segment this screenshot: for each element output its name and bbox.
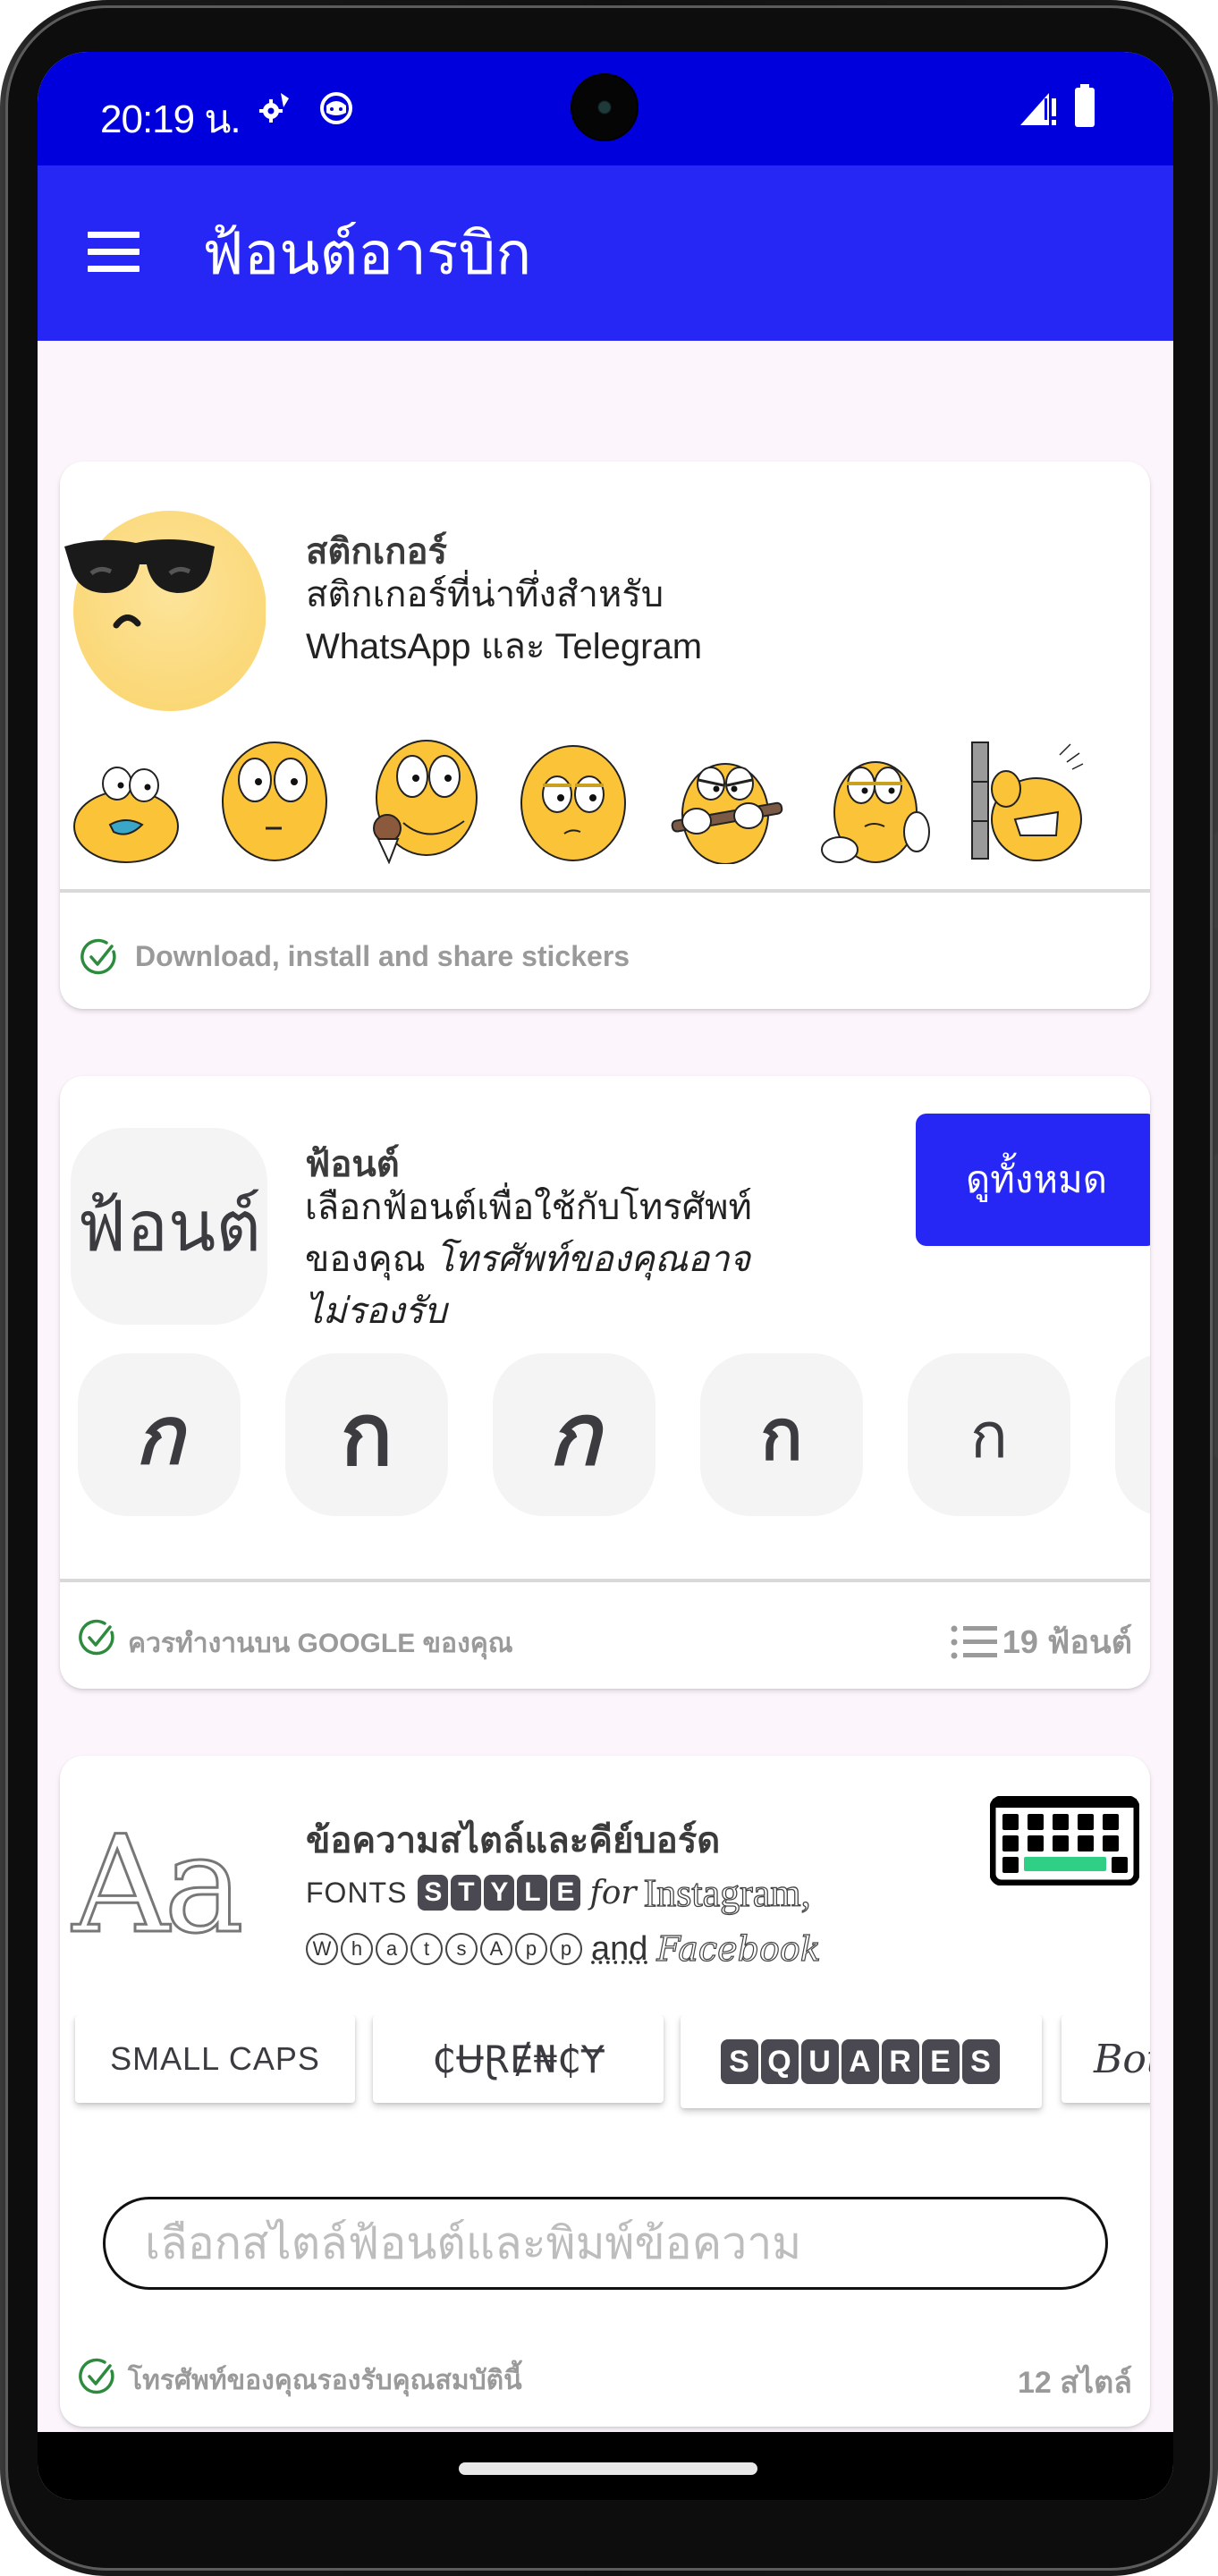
fonts-desc-italic-line3: ไม่รองรับ bbox=[305, 1292, 447, 1331]
fonts-divider bbox=[60, 1579, 1150, 1582]
status-bar: 20:19 น. bbox=[38, 52, 1173, 165]
navigation-bar bbox=[38, 2432, 1173, 2500]
stickers-desc-line2: WhatsApp และ Telegram bbox=[306, 627, 703, 666]
volume-button bbox=[1214, 832, 1218, 930]
style-chip-row[interactable]: SMALL CAPS ₵ɄⱤɆ₦₵Ɏ S Q U A R E S Bot bbox=[60, 2015, 1150, 2123]
font-glyph-row[interactable]: ก ก ก ก ก bbox=[60, 1353, 1150, 1523]
list-icon bbox=[951, 1625, 997, 1658]
phone-frame: 20:19 น. ฟ้อนต์อารบิก สติกเกอร์ สติกเกอร… bbox=[0, 0, 1218, 2576]
tongue-out-emoji-sticker[interactable] bbox=[72, 739, 189, 864]
home-gesture-handle[interactable] bbox=[459, 2462, 757, 2475]
styled-text-card[interactable]: Aa ข้อความสไตล์และคีย์บอร์ด FONTS S T Y … bbox=[60, 1756, 1150, 2427]
check-circle-icon bbox=[79, 1619, 114, 1656]
bat-holding-emoji-sticker[interactable] bbox=[668, 739, 784, 864]
sunglasses-emoji-sticker bbox=[64, 511, 266, 711]
ice-cream-emoji-sticker[interactable] bbox=[368, 739, 484, 864]
fonts-desc-line1: เลือกฟ้อนต์เพื่อใช้กับโทรศัพท์ bbox=[305, 1188, 752, 1227]
app-title: ฟ้อนต์อารบิก bbox=[202, 220, 532, 286]
content-scroll[interactable]: สติกเกอร์ สติกเกอร์ที่น่าทึ่งสำหรับ What… bbox=[38, 341, 1173, 2500]
fist-emoji-sticker[interactable] bbox=[820, 739, 936, 864]
styled-text-title: ข้อความสไตล์และคีย์บอร์ด bbox=[306, 1821, 721, 1860]
unimpressed-emoji-sticker[interactable] bbox=[516, 739, 632, 864]
style-chip-squares[interactable]: S Q U A R E S bbox=[681, 2015, 1042, 2108]
fonts-desc-italic: โทรศัพท์ของคุณอาจ bbox=[435, 1240, 751, 1279]
fonts-desc-line2: ของคุณ โทรศัพท์ของคุณอาจ bbox=[305, 1233, 752, 1285]
font-sample-chip[interactable]: ก bbox=[285, 1353, 448, 1516]
styled-text-footer-text: โทรศัพท์ของคุณรองรับคุณสมบัตินี้ bbox=[128, 2366, 522, 2395]
font-count[interactable]: 19 ฟ้อนต์ bbox=[951, 1616, 1132, 1667]
app-bar: ฟ้อนต์อารบิก bbox=[38, 165, 1173, 341]
hamburger-menu-icon[interactable] bbox=[88, 232, 141, 273]
font-sample-chip-partial[interactable] bbox=[1115, 1353, 1150, 1516]
fonts-footer-text: ควรทำงานบน GOOGLE ของคุณ bbox=[128, 1629, 513, 1658]
font-sample-chip[interactable]: ก bbox=[700, 1353, 863, 1516]
style-count-label: 12 สไตล์ bbox=[1017, 2366, 1132, 2400]
aa-logo: Aa bbox=[72, 1808, 246, 1963]
style-chip-small-caps[interactable]: SMALL CAPS bbox=[75, 2015, 355, 2103]
signal-no-data-icon bbox=[1020, 93, 1056, 125]
style-chip-script[interactable]: Bot bbox=[1062, 2015, 1150, 2103]
wide-eyed-emoji-sticker[interactable] bbox=[219, 739, 335, 864]
keyboard-icon[interactable] bbox=[990, 1796, 1139, 1885]
font-thumbnail: ฟ้อนต์ bbox=[71, 1128, 267, 1325]
sticker-row[interactable] bbox=[72, 739, 1146, 864]
power-button bbox=[1214, 1154, 1218, 1458]
check-circle-icon bbox=[80, 938, 116, 975]
cat-face-icon bbox=[320, 92, 352, 124]
stickers-footer-text: Download, install and share stickers bbox=[135, 940, 630, 972]
stickers-divider bbox=[60, 889, 1150, 893]
check-circle-icon bbox=[79, 2358, 114, 2394]
fonts-card[interactable]: ฟ้อนต์ ฟ้อนต์ เลือกฟ้อนต์เพื่อใช้กับโทรศ… bbox=[60, 1076, 1150, 1689]
head-bang-wall-emoji-sticker[interactable] bbox=[970, 739, 1087, 864]
stickers-desc-line1: สติกเกอร์ที่น่าทึ่งสำหรับ bbox=[306, 575, 664, 614]
stickers-description: สติกเกอร์ที่น่าทึ่งสำหรับ WhatsApp และ T… bbox=[306, 569, 702, 673]
style-sample-line1: FONTS S T Y L E for Instagram, bbox=[306, 1870, 811, 1915]
style-sample-line2: W h a t s A p p and Facebook bbox=[306, 1924, 821, 1974]
view-all-button[interactable]: ดูทั้งหมด bbox=[916, 1114, 1150, 1246]
stickers-card[interactable]: สติกเกอร์ สติกเกอร์ที่น่าทึ่งสำหรับ What… bbox=[60, 462, 1150, 1009]
fonts-desc-normal: ของคุณ bbox=[305, 1240, 436, 1279]
font-sample-chip[interactable]: ก bbox=[78, 1353, 241, 1516]
styled-text-input[interactable] bbox=[103, 2197, 1108, 2290]
style-chip-currency[interactable]: ₵ɄⱤɆ₦₵Ɏ bbox=[373, 2015, 664, 2103]
front-camera bbox=[571, 73, 639, 141]
settings-gear-icon bbox=[259, 93, 289, 123]
font-count-label: 19 ฟ้อนต์ bbox=[1002, 1623, 1132, 1660]
status-time: 20:19 น. bbox=[100, 97, 241, 141]
font-sample-chip[interactable]: ก bbox=[493, 1353, 656, 1516]
font-sample-chip[interactable]: ก bbox=[908, 1353, 1070, 1516]
screen: 20:19 น. ฟ้อนต์อารบิก สติกเกอร์ สติกเกอร… bbox=[38, 52, 1173, 2500]
battery-icon bbox=[1075, 84, 1095, 127]
fonts-description: เลือกฟ้อนต์เพื่อใช้กับโทรศัพท์ ของคุณ โท… bbox=[305, 1182, 752, 1337]
